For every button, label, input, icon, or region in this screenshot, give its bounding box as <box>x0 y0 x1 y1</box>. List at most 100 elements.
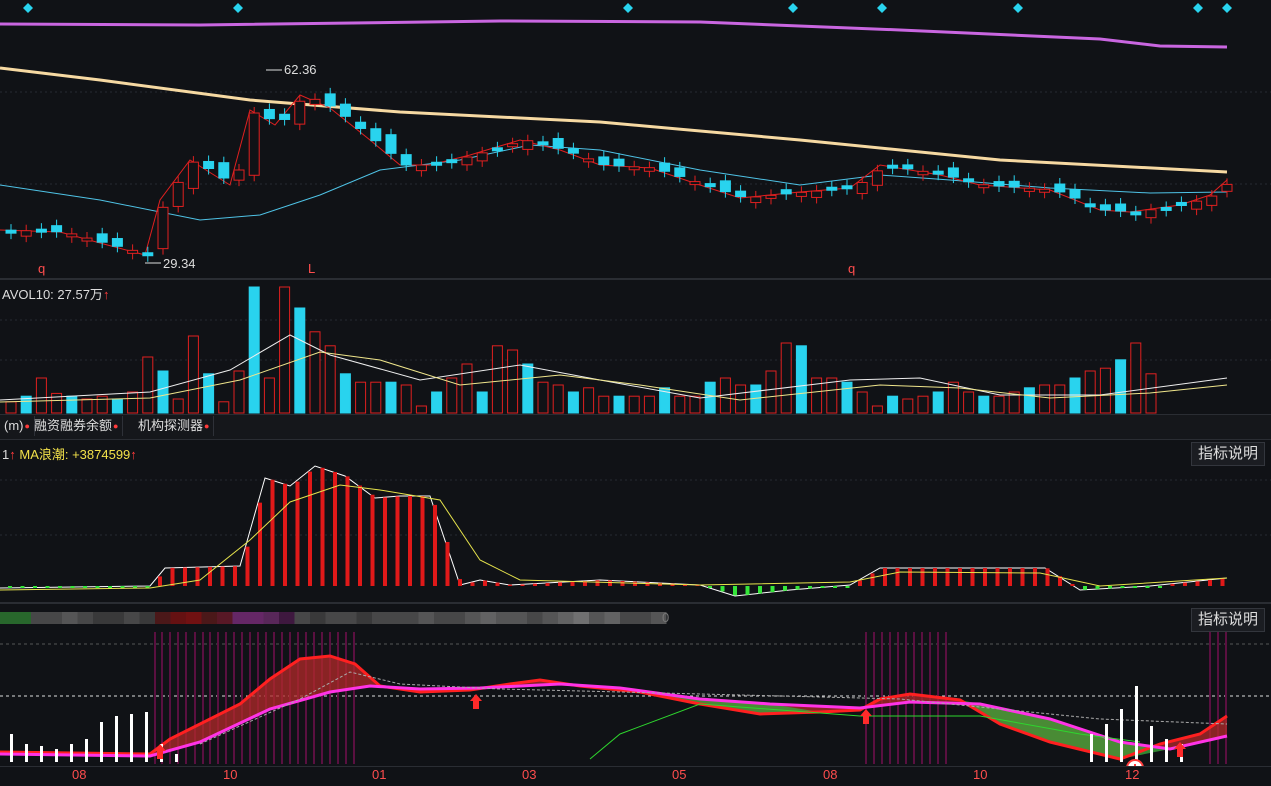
volume-bar <box>461 363 473 414</box>
ma-mid-line <box>0 66 1228 174</box>
candle-body <box>142 252 154 257</box>
color-strip-cell <box>263 612 279 624</box>
volume-chart[interactable] <box>0 280 1271 414</box>
candle-body <box>552 138 564 149</box>
wave-bar <box>1208 579 1212 586</box>
color-strip-cell <box>310 612 326 624</box>
signal-bar <box>115 716 118 762</box>
wave-bar <box>158 576 162 586</box>
low-price-label: 29.34 <box>163 256 196 271</box>
color-strip-cell <box>465 612 481 624</box>
wave-bar <box>783 586 787 591</box>
color-strip-cell <box>93 612 109 624</box>
candle-body <box>1099 204 1111 211</box>
color-strip-cell <box>341 612 357 624</box>
volume-bar <box>902 398 914 414</box>
wave-bar <box>58 586 62 588</box>
signal-bar <box>1150 726 1153 762</box>
wave-bar <box>445 541 450 586</box>
volume-bar <box>339 373 351 414</box>
candle-body <box>461 156 473 166</box>
candle-body <box>157 206 169 250</box>
tab-margin-balance[interactable]: 融资融券余额● <box>30 416 124 436</box>
candle-body <box>203 160 215 169</box>
ma-wave-panel[interactable]: 1↑ MA浪潮: +3874599↑ 指标说明 <box>0 440 1271 602</box>
volume-bar <box>1130 342 1142 414</box>
color-strip-cell <box>325 612 341 624</box>
candlestick-chart[interactable] <box>0 0 1271 278</box>
wave-bar <box>295 481 300 586</box>
color-strip-cell <box>542 612 558 624</box>
wave-indicator-label: 1↑ MA浪潮: +3874599↑ <box>2 444 137 463</box>
wave-bar <box>608 580 612 586</box>
indicator-help-button[interactable]: 指标说明 <box>1190 442 1265 466</box>
color-strip-cell <box>434 612 450 624</box>
wave-bar <box>733 586 737 596</box>
wave-bar <box>1108 586 1112 589</box>
volume-indicator-label: AVOL10: 27.57万↑ <box>2 284 109 303</box>
volume-bar <box>5 401 17 414</box>
candle-body <box>218 162 230 179</box>
volume-bar <box>81 398 93 414</box>
signal-bar <box>85 739 88 762</box>
candle-body <box>385 134 397 154</box>
candle-body <box>1145 209 1157 219</box>
volume-bar <box>35 377 47 414</box>
trend-band-down <box>960 700 1170 759</box>
wave-bar <box>1095 586 1100 590</box>
wave-bar <box>1083 586 1087 590</box>
notify-dot-icon: ● <box>113 421 119 431</box>
wave-bar <box>708 586 712 588</box>
signal-bar <box>1120 709 1123 762</box>
color-strip-cell <box>0 612 16 624</box>
volume-bar <box>66 395 78 414</box>
wave-bar <box>820 586 825 588</box>
volume-bar <box>993 395 1005 414</box>
signal-bar <box>25 744 28 762</box>
color-strip-cell <box>62 612 78 624</box>
signal-bar <box>1105 724 1108 762</box>
volume-bar <box>628 395 640 414</box>
wave-bar <box>920 568 925 586</box>
wave-bar <box>595 580 600 586</box>
trend-panel[interactable]: 0 指标说明 <box>0 604 1271 766</box>
volume-bar <box>917 395 929 414</box>
wave-bar <box>120 586 125 588</box>
volume-bar <box>172 398 184 414</box>
volume-bar <box>795 345 807 414</box>
volume-bar <box>127 391 139 414</box>
candle-body <box>947 167 959 178</box>
wave-bar <box>745 586 750 595</box>
signal-bar <box>70 744 73 762</box>
color-strip-cell <box>589 612 605 624</box>
color-strip-cell <box>496 612 512 624</box>
volume-bar <box>765 370 777 414</box>
ma-wave-chart[interactable] <box>0 440 1271 602</box>
trend-band-chart[interactable] <box>0 604 1271 766</box>
wave-bar <box>645 582 650 586</box>
candle-body <box>1084 203 1096 208</box>
wave-bar <box>358 485 362 586</box>
candle-body <box>127 249 139 254</box>
candle-body <box>856 181 868 195</box>
volume-bar <box>537 381 549 414</box>
x-tick: 10 <box>223 767 238 782</box>
signal-diamond-icon <box>23 3 33 13</box>
signal-bar <box>175 754 178 762</box>
volume-bar <box>780 342 792 414</box>
wave-bar <box>20 586 25 588</box>
wave-bar <box>945 568 950 586</box>
volume-bar <box>932 391 944 414</box>
volume-panel[interactable]: AVOL10: 27.57万↑ <box>0 280 1271 414</box>
color-strip-cell <box>418 612 434 624</box>
wave-bar <box>45 586 50 588</box>
tab-institution-detector[interactable]: 机构探测器● <box>134 416 215 436</box>
price-panel[interactable]: 62.36 29.34 q L q <box>0 0 1271 278</box>
indicator-help-button-2[interactable]: 指标说明 <box>1190 608 1265 632</box>
signal-diamond-icon <box>1222 3 1232 13</box>
candle-body <box>1130 211 1142 216</box>
volume-bar <box>1023 387 1035 414</box>
volume-bar <box>1054 384 1066 414</box>
wave-bar <box>408 496 412 586</box>
candle-body <box>1023 187 1035 192</box>
